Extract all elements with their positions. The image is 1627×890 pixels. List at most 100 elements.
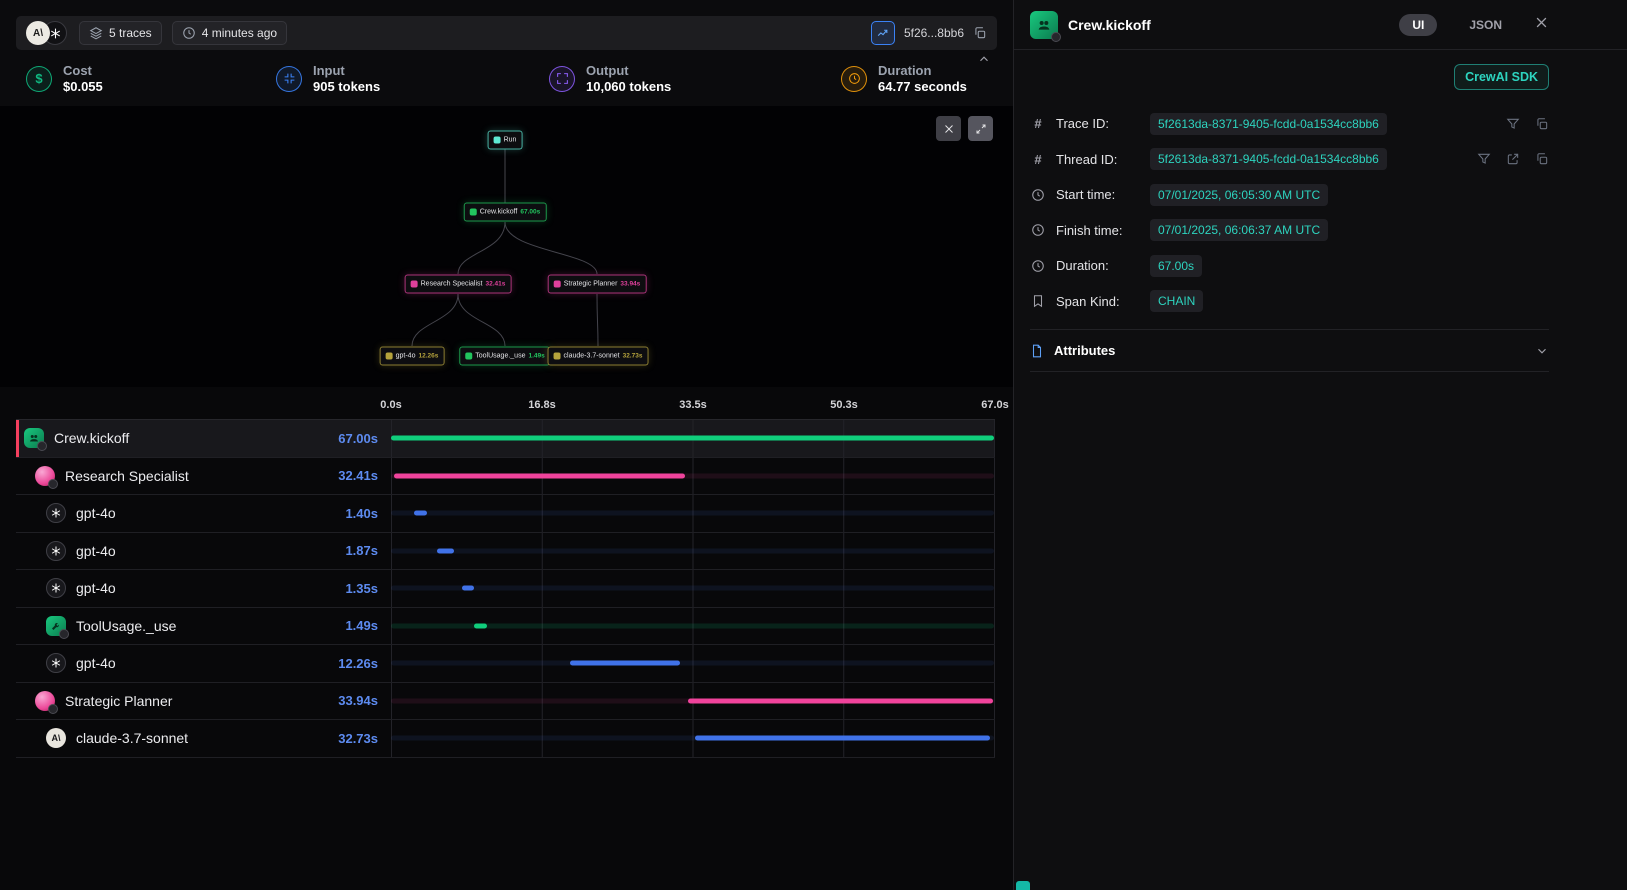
graph-node-claude-3-7-sonnet[interactable]: claude-3.7-sonnet 32.73s: [548, 347, 649, 366]
corner-widget[interactable]: [1016, 881, 1030, 890]
span-bar[interactable]: [437, 548, 454, 553]
filter-icon[interactable]: [1477, 152, 1491, 166]
stat-duration: Duration 64.77 seconds: [841, 63, 967, 94]
openai-logo-icon: [46, 653, 66, 673]
metadata-field: Start time: 07/01/2025, 06:05:30 AM UTC: [1030, 177, 1549, 213]
span-bar[interactable]: [462, 586, 474, 591]
trace-header-bar: A\ 5 traces 4 minutes ago: [16, 16, 997, 50]
filter-icon[interactable]: [1506, 117, 1520, 131]
span-name: gpt-4o: [76, 580, 116, 596]
tab-ui[interactable]: UI: [1399, 14, 1437, 36]
graph-close-button[interactable]: [936, 116, 961, 141]
node-type-icon: [411, 281, 418, 288]
app: A\ 5 traces 4 minutes ago: [0, 0, 1627, 890]
crewai-sub-badge-icon: [48, 704, 58, 714]
span-track: [391, 586, 994, 591]
collapse-chevron-icon[interactable]: [977, 52, 991, 71]
metadata-field: Span Kind: CHAIN: [1030, 284, 1549, 320]
span-bar[interactable]: [394, 473, 686, 478]
node-type-icon: [470, 209, 477, 216]
timeline-row[interactable]: A\ claude-3.7-sonnet 32.73s: [16, 720, 995, 758]
panel-header: Crew.kickoff UI JSON: [1014, 0, 1627, 50]
field-value[interactable]: 5f2613da-8371-9405-fcdd-0a1534cc8bb6: [1150, 113, 1387, 135]
external-link-icon[interactable]: [1506, 152, 1520, 166]
span-bar[interactable]: [414, 511, 427, 516]
graph-node-crew-kickoff[interactable]: Crew.kickoff 67.00s: [464, 203, 547, 222]
timeline-row[interactable]: gpt-4o 1.35s: [16, 570, 995, 608]
node-label: ToolUsage._use: [475, 353, 525, 360]
arrows-in-icon: [276, 66, 302, 92]
dollar-icon: $: [26, 66, 52, 92]
field-label: Trace ID:: [1056, 116, 1140, 131]
tab-json[interactable]: JSON: [1469, 18, 1502, 32]
bookmark-icon: [1030, 294, 1046, 308]
node-type-icon: [494, 137, 501, 144]
axis-tick: 33.5s: [679, 399, 707, 411]
timeline-row[interactable]: Research Specialist 32.41s: [16, 458, 995, 496]
span-duration: 33.94s: [338, 693, 378, 708]
node-type-icon: [386, 353, 393, 360]
copy-icon[interactable]: [973, 26, 987, 40]
field-label: Duration:: [1056, 258, 1140, 273]
span-bar[interactable]: [570, 661, 680, 666]
timeline-row[interactable]: gpt-4o 1.87s: [16, 533, 995, 571]
span-bar-lane: [391, 420, 995, 457]
span-duration: 12.26s: [338, 656, 378, 671]
field-value[interactable]: 5f2613da-8371-9405-fcdd-0a1534cc8bb6: [1150, 148, 1387, 170]
graph-expand-button[interactable]: [968, 116, 993, 141]
field-actions: [1506, 117, 1549, 131]
timeline-rows: Crew.kickoff 67.00s Research Specialist …: [16, 419, 995, 758]
span-duration: 1.49s: [345, 618, 378, 633]
metrics-chart-icon[interactable]: [871, 21, 895, 45]
timeline-row[interactable]: Crew.kickoff 67.00s: [16, 420, 995, 458]
metadata-field: # Trace ID: 5f2613da-8371-9405-fcdd-0a15…: [1030, 106, 1549, 142]
graph-node-strategic-planner[interactable]: Strategic Planner 33.94s: [548, 275, 647, 294]
hash-icon: #: [1030, 116, 1046, 131]
span-bar[interactable]: [391, 436, 994, 441]
span-bar[interactable]: [688, 698, 993, 703]
time-ago-label: 4 minutes ago: [202, 26, 277, 40]
file-icon: [1030, 344, 1044, 358]
span-bar-lane: [391, 683, 995, 720]
clock-icon: [1030, 223, 1046, 237]
span-duration: 32.41s: [338, 468, 378, 483]
time-ago-badge: 4 minutes ago: [172, 21, 287, 45]
field-label: Span Kind:: [1056, 294, 1140, 309]
attributes-label: Attributes: [1054, 343, 1115, 358]
crew-icon: [1030, 11, 1058, 39]
graph-node-research-specialist[interactable]: Research Specialist 32.41s: [405, 275, 512, 294]
traces-count-label: 5 traces: [109, 26, 152, 40]
span-duration: 1.35s: [345, 581, 378, 596]
timeline-row[interactable]: gpt-4o 1.40s: [16, 495, 995, 533]
node-label: gpt-4o: [396, 353, 416, 360]
graph-node-gpt-4o[interactable]: gpt-4o 12.26s: [380, 347, 445, 366]
metadata-fields: # Trace ID: 5f2613da-8371-9405-fcdd-0a15…: [1030, 106, 1549, 319]
attributes-section[interactable]: Attributes: [1030, 329, 1549, 372]
layers-icon: [89, 26, 103, 40]
stat-cost: $ Cost $0.055: [26, 63, 276, 94]
timeline-row[interactable]: ToolUsage._use 1.49s: [16, 608, 995, 646]
axis-tick: 16.8s: [528, 399, 556, 411]
span-bar[interactable]: [695, 736, 990, 741]
field-value[interactable]: CHAIN: [1150, 290, 1203, 312]
copy-icon[interactable]: [1535, 117, 1549, 131]
span-name: claude-3.7-sonnet: [76, 730, 188, 746]
span-bar-lane: [391, 720, 995, 757]
copy-icon[interactable]: [1535, 152, 1549, 166]
field-value[interactable]: 07/01/2025, 06:05:30 AM UTC: [1150, 184, 1328, 206]
graph-node-run[interactable]: Run: [488, 131, 523, 150]
timeline-row[interactable]: Strategic Planner 33.94s: [16, 683, 995, 721]
field-value[interactable]: 67.00s: [1150, 255, 1202, 277]
trace-main: A\ 5 traces 4 minutes ago: [0, 0, 1013, 890]
traces-count-badge[interactable]: 5 traces: [79, 21, 162, 45]
panel-close-icon[interactable]: [1534, 15, 1549, 35]
timeline-row[interactable]: gpt-4o 12.26s: [16, 645, 995, 683]
field-value[interactable]: 07/01/2025, 06:06:37 AM UTC: [1150, 219, 1328, 241]
node-duration-chip: 32.41s: [485, 281, 505, 288]
span-bar[interactable]: [474, 623, 487, 628]
span-duration: 67.00s: [338, 431, 378, 446]
graph-node-toolusage-use[interactable]: ToolUsage._use 1.49s: [459, 347, 550, 366]
openai-logo-icon: [46, 578, 66, 598]
chevron-down-icon: [1535, 344, 1549, 358]
field-label: Finish time:: [1056, 223, 1140, 238]
